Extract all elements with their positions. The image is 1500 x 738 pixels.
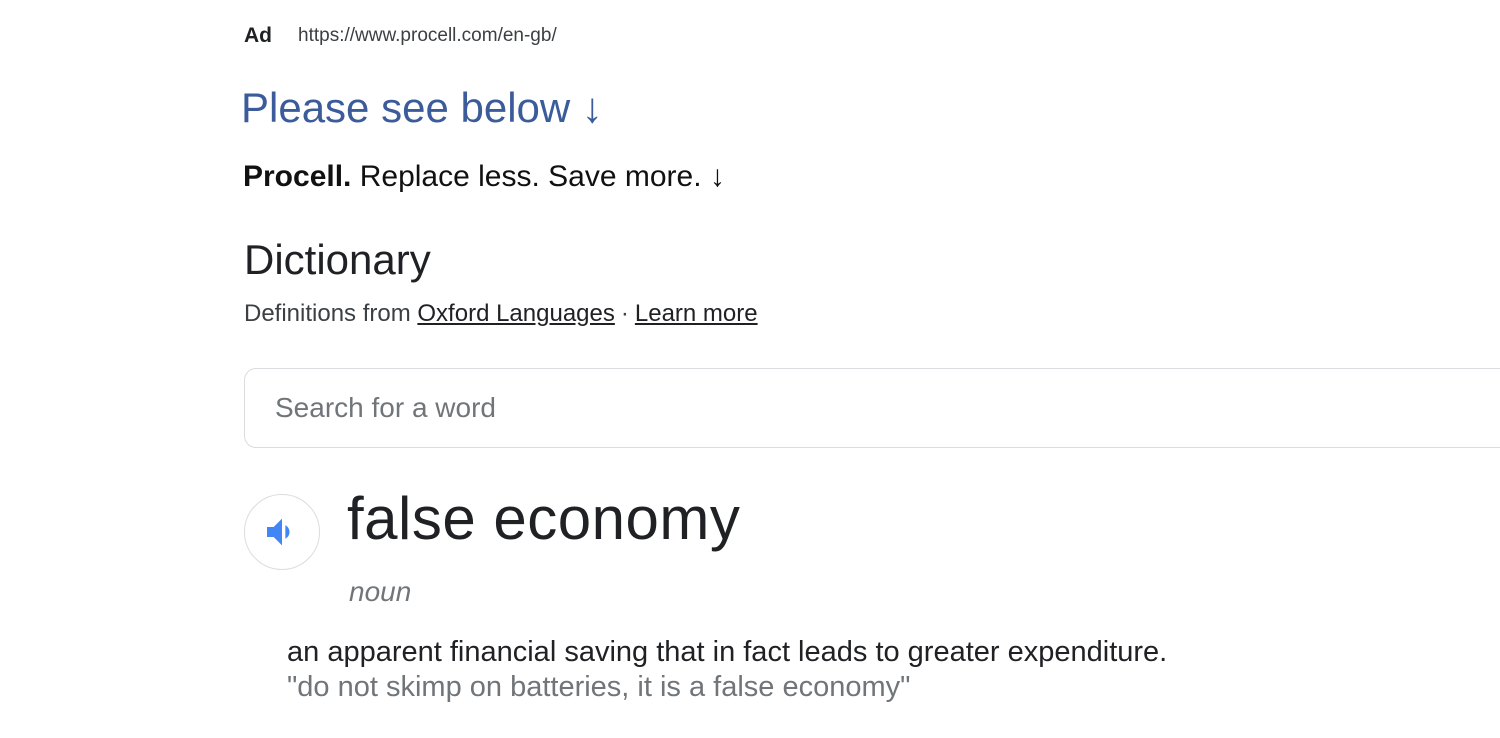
ad-brand: Procell. xyxy=(243,160,352,193)
example-sentence: "do not skimp on batteries, it is a fals… xyxy=(287,671,911,703)
ad-label: Ad xyxy=(244,24,272,47)
ad-headline-link[interactable]: Please see below ↓ xyxy=(241,84,603,132)
definitions-source: Definitions from Oxford Languages · Learn … xyxy=(244,300,758,328)
headword: false economy xyxy=(347,485,741,552)
definition-text: an apparent financial saving that in fac… xyxy=(287,636,1168,668)
source-prefix: Definitions from xyxy=(244,300,418,327)
ad-url[interactable]: https://www.procell.com/en-gb/ xyxy=(298,25,557,47)
part-of-speech: noun xyxy=(349,576,412,607)
source-separator: · xyxy=(620,300,629,327)
speaker-icon xyxy=(267,518,290,546)
ad-header: Ad https://www.procell.com/en-gb/ xyxy=(244,22,557,50)
ad-tagline: Procell. Replace less. Save more. ↓ xyxy=(243,160,725,194)
learn-more-link[interactable]: Learn more xyxy=(635,300,758,327)
word-search-box xyxy=(244,368,1500,448)
word-search-input[interactable] xyxy=(275,369,1455,447)
pronunciation-audio-button[interactable] xyxy=(244,494,320,570)
oxford-languages-link[interactable]: Oxford Languages xyxy=(417,300,614,327)
dictionary-title: Dictionary xyxy=(244,236,431,283)
ad-tagline-text: Replace less. Save more. ↓ xyxy=(351,160,725,193)
